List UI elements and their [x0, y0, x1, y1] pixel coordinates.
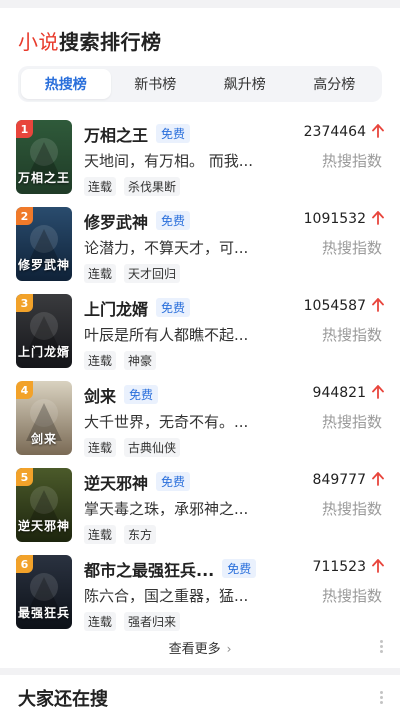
page-title: 小说搜索排行榜 — [18, 26, 162, 55]
tag[interactable]: 连载 — [84, 264, 117, 283]
book-description: 天地间，有万相。 而我... — [84, 152, 254, 170]
rank-badge: 2 — [16, 207, 33, 225]
book-description: 掌天毒之珠，承邪神之... — [84, 500, 249, 518]
rank-badge: 1 — [16, 120, 33, 138]
book-cover[interactable]: 1 万相之王 — [16, 120, 72, 194]
rank-badge: 3 — [16, 294, 33, 312]
also-searching-card: 大家还在搜 — [0, 675, 400, 715]
book-tags: 连载 杀伐果断 — [84, 177, 181, 196]
more-options-icon[interactable] — [380, 640, 384, 655]
book-list: 1 万相之王 万相之王 免费 天地间，有万相。 而我... 连载 杀伐果断 237… — [0, 116, 400, 638]
cover-title: 剑来 — [30, 432, 57, 446]
book-title[interactable]: 万相之王 — [84, 122, 148, 146]
book-tags: 连载 东方 — [84, 525, 157, 544]
free-badge: 免费 — [124, 385, 159, 404]
hot-count: 849777 — [312, 472, 366, 488]
book-row[interactable]: 5 逆天邪神 逆天邪神 免费 掌天毒之珠，承邪神之... 连载 东方 849777… — [0, 464, 400, 551]
up-arrow-icon — [372, 124, 384, 138]
book-title[interactable]: 都市之最强狂兵... — [84, 557, 214, 581]
hot-index-label: 热搜指数 — [321, 239, 382, 257]
up-arrow-icon — [372, 298, 384, 312]
hot-count: 1054587 — [303, 298, 366, 314]
book-cover[interactable]: 2 修罗武神 — [16, 207, 72, 281]
top-strip — [0, 0, 400, 8]
book-tags: 连载 强者归来 — [84, 612, 181, 631]
title-rest: 搜索排行榜 — [59, 30, 162, 54]
free-badge: 免费 — [156, 124, 191, 143]
tag[interactable]: 连载 — [84, 177, 117, 196]
up-arrow-icon — [372, 211, 384, 225]
hot-index-label: 热搜指数 — [321, 152, 382, 170]
cover-title: 逆天邪神 — [17, 519, 70, 533]
rank-badge: 4 — [16, 381, 33, 399]
book-row[interactable]: 3 上门龙婿 上门龙婿 免费 叶辰是所有人都瞧不起... 连载 神豪 105458… — [0, 290, 400, 377]
hot-count: 944821 — [312, 385, 366, 401]
book-cover[interactable]: 3 上门龙婿 — [16, 294, 72, 368]
hot-count: 1091532 — [303, 211, 366, 227]
book-title[interactable]: 修罗武神 — [84, 209, 148, 233]
book-row[interactable]: 2 修罗武神 修罗武神 免费 论潜力，不算天才，可... 连载 天才回归 1091… — [0, 203, 400, 290]
free-badge: 免费 — [156, 211, 191, 230]
book-title[interactable]: 逆天邪神 — [84, 470, 148, 494]
free-badge: 免费 — [156, 472, 191, 491]
book-tags: 连载 古典仙侠 — [84, 438, 181, 457]
section-title: 大家还在搜 — [18, 689, 108, 710]
tag[interactable]: 杀伐果断 — [124, 177, 181, 196]
tab-bar: 热搜榜 新书榜 飙升榜 高分榜 — [18, 66, 382, 102]
tag[interactable]: 连载 — [84, 525, 117, 544]
view-more-label: 查看更多 — [168, 642, 221, 657]
free-badge: 免费 — [156, 298, 191, 317]
book-title[interactable]: 剑来 — [84, 383, 116, 407]
book-description: 大千世界，无奇不有。... — [84, 413, 249, 431]
chevron-right-icon: › — [226, 642, 232, 656]
book-cover[interactable]: 4 剑来 — [16, 381, 72, 455]
hot-index-label: 热搜指数 — [321, 413, 382, 431]
book-cover[interactable]: 5 逆天邪神 — [16, 468, 72, 542]
view-more-button[interactable]: 查看更多 › — [0, 638, 400, 657]
book-row[interactable]: 1 万相之王 万相之王 免费 天地间，有万相。 而我... 连载 杀伐果断 237… — [0, 116, 400, 203]
book-description: 论潜力，不算天才，可... — [84, 239, 249, 257]
tag[interactable]: 古典仙侠 — [124, 438, 181, 457]
book-cover[interactable]: 6 最强狂兵 — [16, 555, 72, 629]
book-description: 陈六合，国之重器，猛... — [84, 587, 249, 605]
tag[interactable]: 神豪 — [124, 351, 157, 370]
tab-hot-search[interactable]: 热搜榜 — [21, 69, 111, 99]
tag[interactable]: 天才回归 — [124, 264, 181, 283]
book-description: 叶辰是所有人都瞧不起... — [84, 326, 249, 344]
book-title[interactable]: 上门龙婿 — [84, 296, 148, 320]
book-row[interactable]: 4 剑来 剑来 免费 大千世界，无奇不有。... 连载 古典仙侠 944821 热… — [0, 377, 400, 464]
tag[interactable]: 强者归来 — [124, 612, 181, 631]
tag[interactable]: 东方 — [124, 525, 157, 544]
up-arrow-icon — [372, 472, 384, 486]
hot-index-label: 热搜指数 — [321, 326, 382, 344]
section-options-icon[interactable] — [380, 691, 384, 706]
up-arrow-icon — [372, 385, 384, 399]
rank-badge: 6 — [16, 555, 33, 573]
cover-title: 最强狂兵 — [17, 606, 70, 620]
hot-index-label: 热搜指数 — [321, 587, 382, 605]
hot-count: 711523 — [312, 559, 366, 575]
rank-badge: 5 — [16, 468, 33, 486]
cover-title: 万相之王 — [17, 171, 70, 185]
tab-high-score[interactable]: 高分榜 — [290, 69, 380, 99]
book-row[interactable]: 6 最强狂兵 都市之最强狂兵... 免费 陈六合，国之重器，猛... 连载 强者归… — [0, 551, 400, 638]
tab-rising[interactable]: 飙升榜 — [200, 69, 290, 99]
book-tags: 连载 天才回归 — [84, 264, 181, 283]
tab-new-books[interactable]: 新书榜 — [111, 69, 201, 99]
book-tags: 连载 神豪 — [84, 351, 157, 370]
cover-title: 修罗武神 — [17, 258, 70, 272]
up-arrow-icon — [372, 559, 384, 573]
hot-count: 2374464 — [303, 124, 366, 140]
tag[interactable]: 连载 — [84, 351, 117, 370]
free-badge: 免费 — [222, 559, 257, 578]
cover-title: 上门龙婿 — [17, 345, 70, 359]
hot-index-label: 热搜指数 — [321, 500, 382, 518]
title-accent: 小说 — [18, 30, 59, 54]
ranking-card: 小说搜索排行榜 热搜榜 新书榜 飙升榜 高分榜 1 万相之王 万相之王 免费 天… — [0, 8, 400, 668]
tag[interactable]: 连载 — [84, 612, 117, 631]
tag[interactable]: 连载 — [84, 438, 117, 457]
